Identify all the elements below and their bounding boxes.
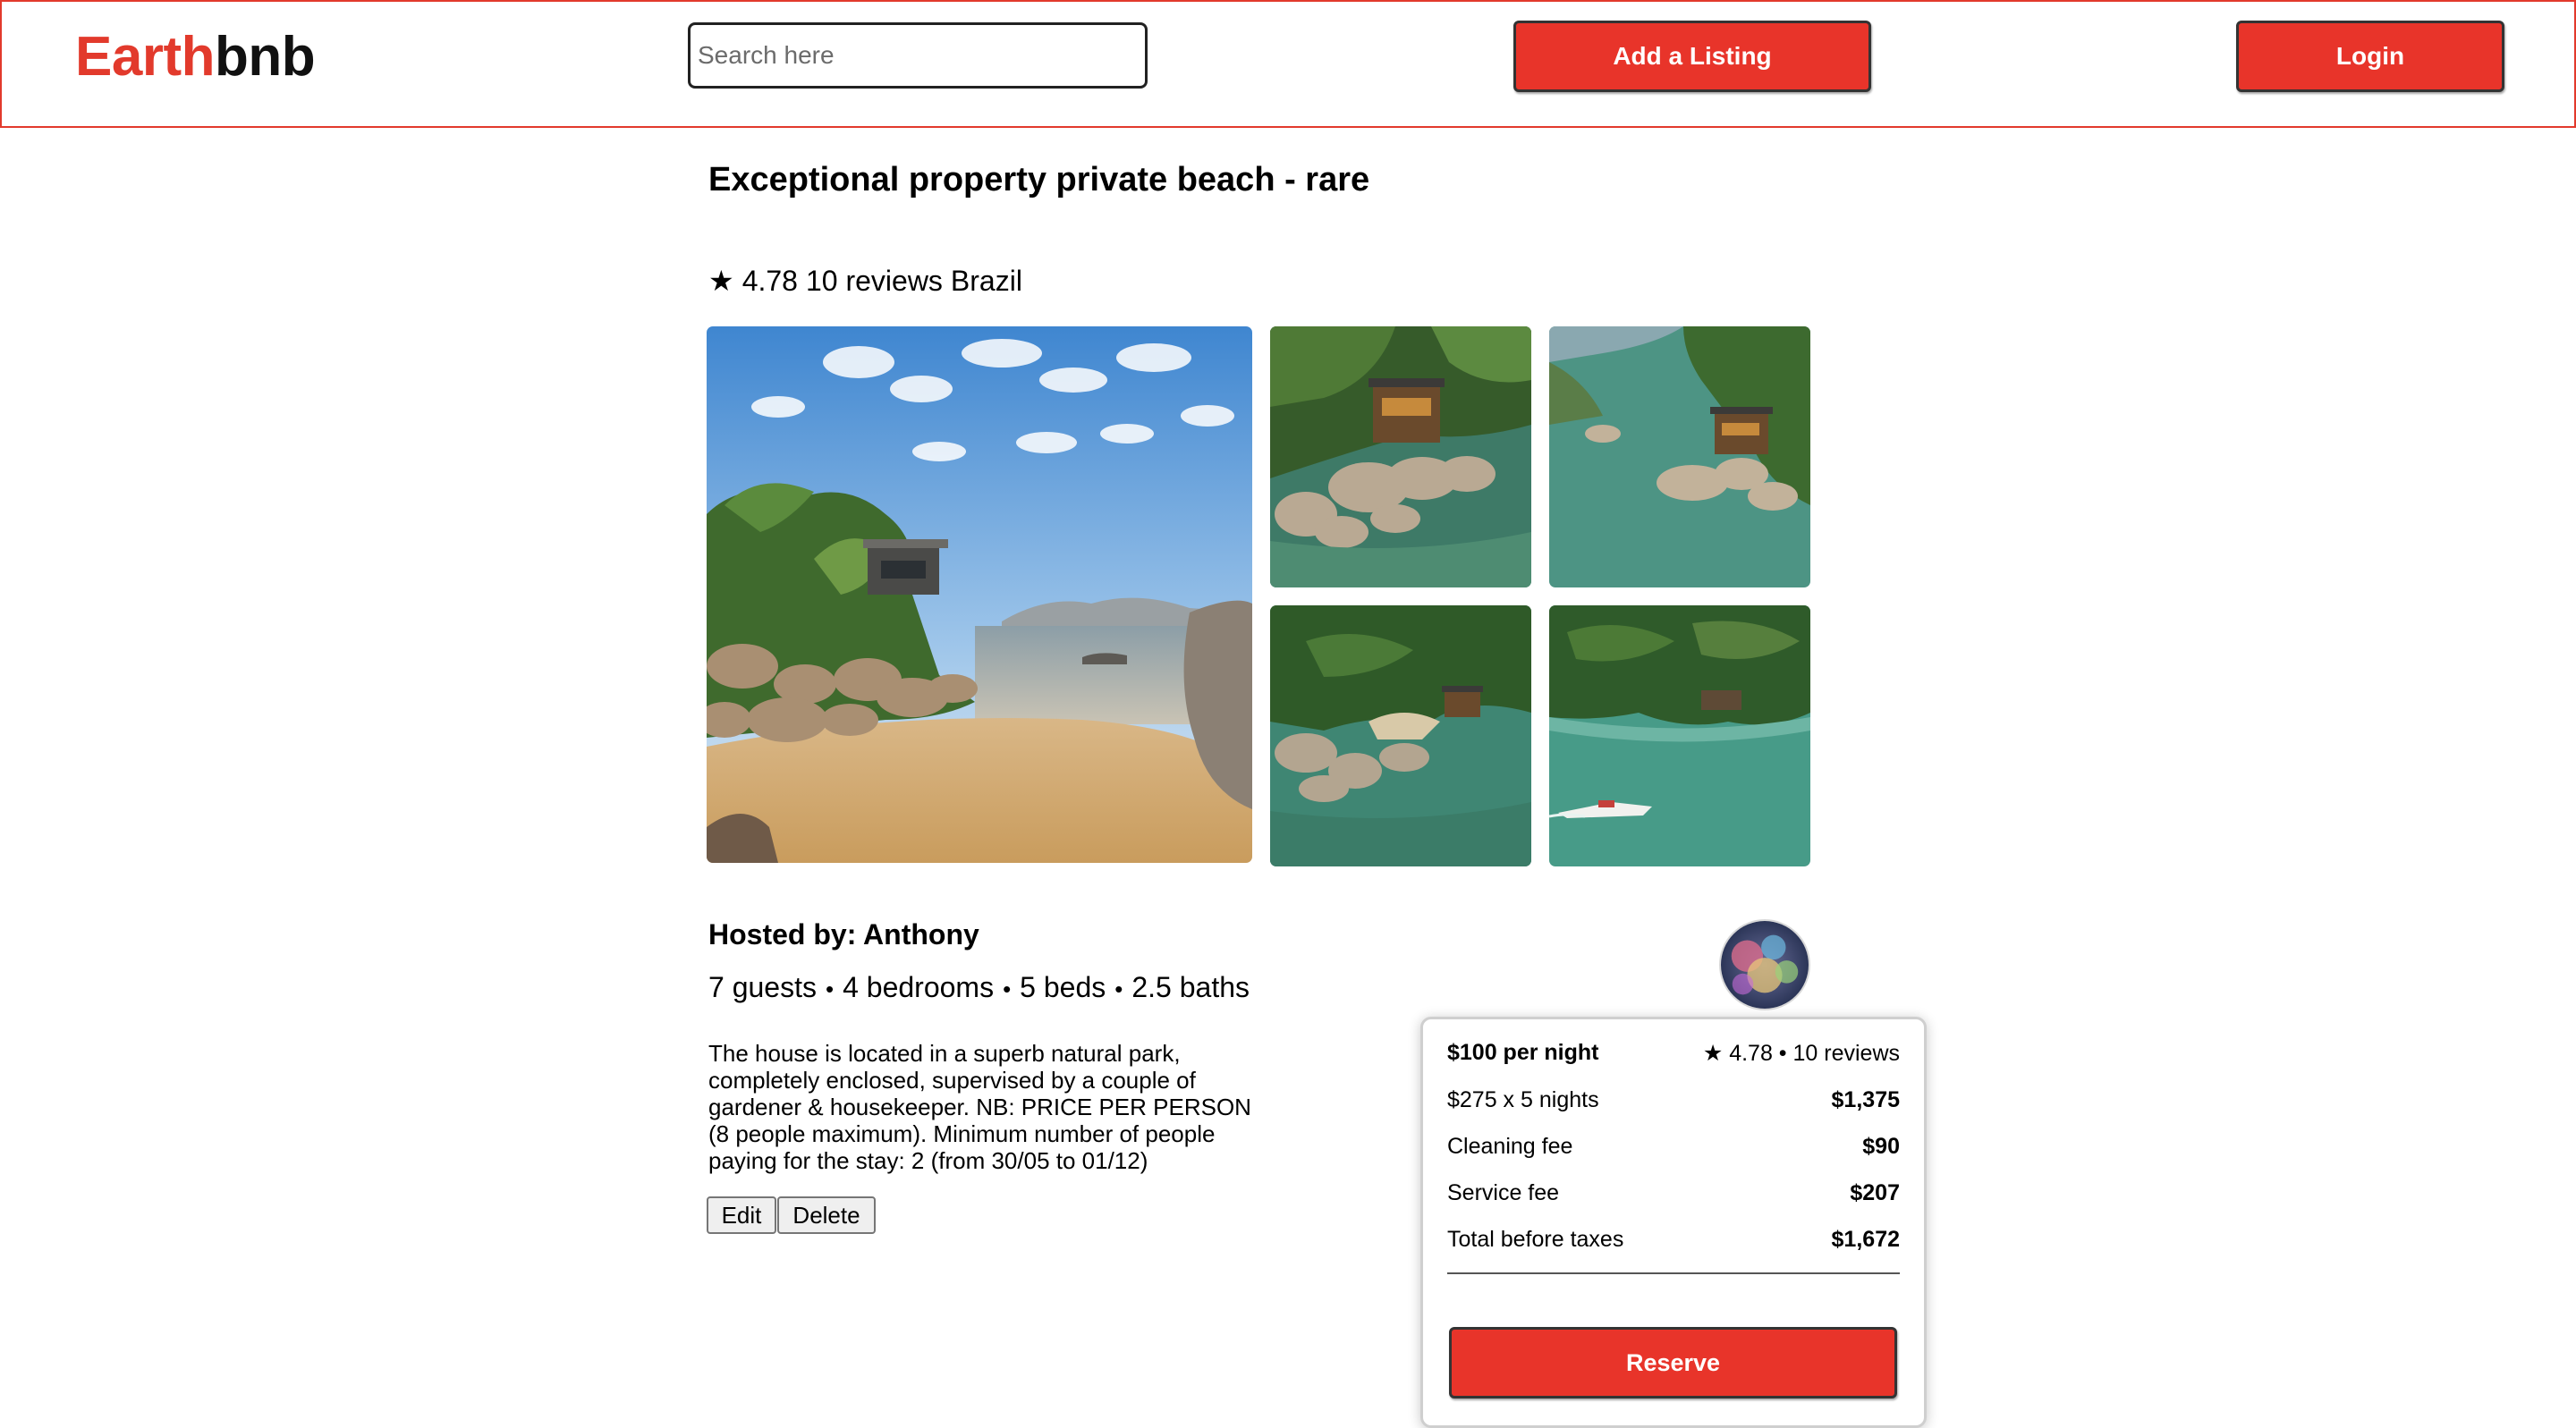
login-button[interactable]: Login (2236, 21, 2504, 92)
total-label: Total before taxes (1447, 1227, 1624, 1252)
listing-specs: 7 guests • 4 bedrooms • 5 beds • 2.5 baths (708, 971, 1250, 1004)
baths-count: 2.5 baths (1131, 971, 1250, 1003)
edit-button[interactable]: Edit (707, 1196, 776, 1234)
booking-card: $100 per night ★ 4.78 • 10 reviews $275 … (1420, 1017, 1927, 1428)
bedrooms-count: 4 bedrooms (843, 971, 995, 1003)
listing-rating: 4.78 (741, 265, 798, 297)
cleaning-fee-row: Cleaning fee $90 (1447, 1134, 1900, 1164)
add-listing-button[interactable]: Add a Listing (1513, 21, 1871, 92)
guests-count: 7 guests (708, 971, 817, 1003)
listing-title: Exceptional property private beach - rar… (708, 161, 1370, 199)
beds-count: 5 beds (1020, 971, 1106, 1003)
separator-dot: • (1114, 976, 1123, 1002)
logo-bnb-text: bnb (214, 26, 316, 88)
cleaning-fee-label: Cleaning fee (1447, 1134, 1573, 1159)
top-navbar: Earthbnb Add a Listing Login (0, 0, 2576, 128)
nights-label: $275 x 5 nights (1447, 1087, 1599, 1112)
rating-summary: ★ 4.78 • 10 reviews (1702, 1041, 1900, 1066)
cleaning-fee-value: $90 (1862, 1134, 1900, 1159)
listing-description: The house is located in a superb natural… (708, 1040, 1251, 1174)
aerial-coast-photo[interactable] (1549, 326, 1810, 587)
total-row: Total before taxes $1,672 (1447, 1227, 1900, 1257)
listing-location: Brazil (950, 265, 1022, 297)
service-fee-row: Service fee $207 (1447, 1180, 1900, 1211)
price-per-night: $100 per night (1447, 1040, 1599, 1065)
divider (1447, 1272, 1900, 1274)
aerial-house-rocks-photo[interactable] (1270, 326, 1531, 587)
nights-row: $275 x 5 nights $1,375 (1447, 1087, 1900, 1118)
star-icon: ★ (708, 265, 734, 297)
nights-value: $1,375 (1831, 1087, 1900, 1112)
service-fee-value: $207 (1850, 1180, 1900, 1205)
search-input[interactable] (688, 22, 1148, 89)
logo-earth-text: Earth (75, 26, 215, 88)
earthbnb-logo[interactable]: Earthbnb (75, 25, 316, 89)
aerial-boat-photo[interactable] (1549, 605, 1810, 866)
listing-reviews-count[interactable]: 10 reviews (806, 265, 943, 297)
total-value: $1,672 (1831, 1227, 1900, 1252)
reserve-button[interactable]: Reserve (1449, 1327, 1897, 1398)
host-name: Hosted by: Anthony (708, 918, 979, 951)
aerial-bay-photo[interactable] (1270, 605, 1531, 866)
service-fee-label: Service fee (1447, 1180, 1560, 1205)
delete-button[interactable]: Delete (777, 1196, 876, 1234)
separator-dot: • (825, 976, 835, 1002)
price-row: $100 per night ★ 4.78 • 10 reviews (1447, 1040, 1900, 1070)
beach-house-photo[interactable] (707, 326, 1252, 863)
separator-dot: • (1003, 976, 1012, 1002)
listing-meta: ★ 4.78 10 reviews Brazil (708, 264, 1030, 298)
host-avatar[interactable] (1719, 919, 1810, 1010)
